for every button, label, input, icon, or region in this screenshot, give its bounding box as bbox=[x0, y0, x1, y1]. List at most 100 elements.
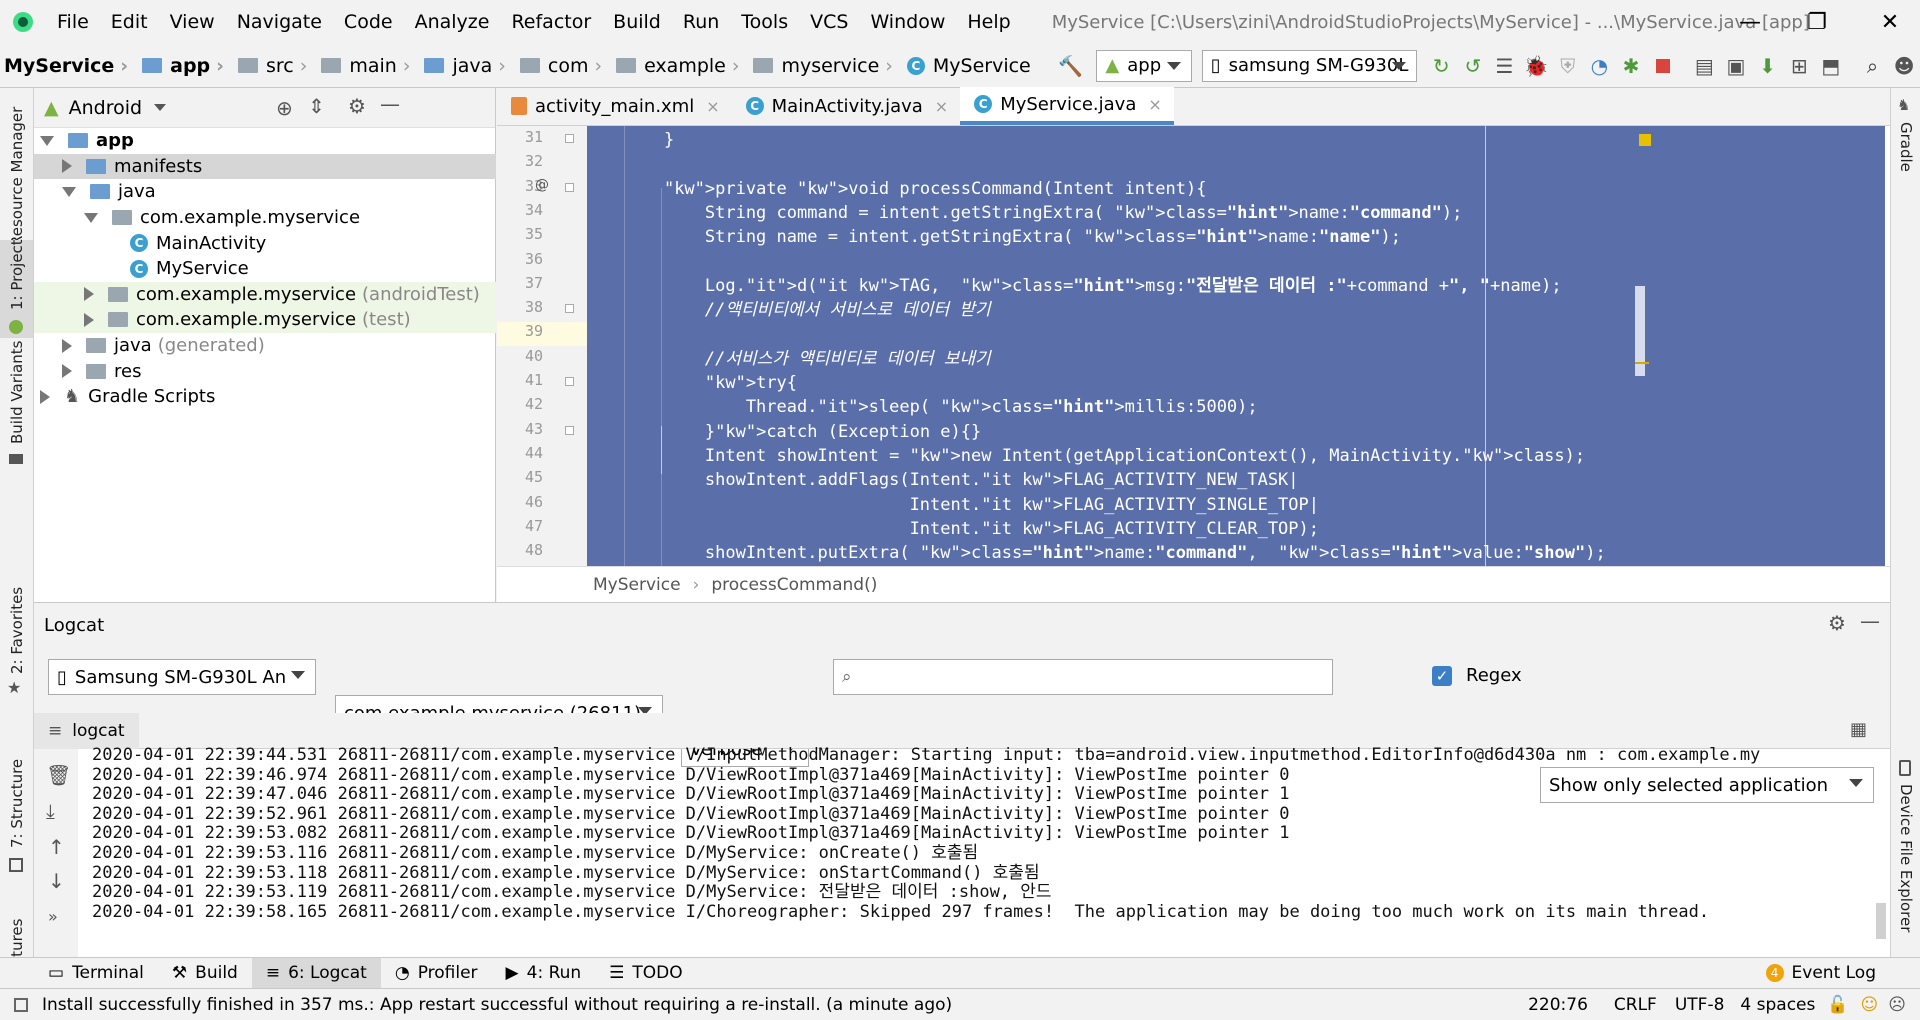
breadcrumb-app[interactable]: app › bbox=[134, 55, 230, 77]
breadcrumb-class[interactable]: MyService bbox=[593, 575, 681, 595]
restore-icon[interactable]: ❐ bbox=[1787, 0, 1847, 44]
breadcrumb-src[interactable]: src › bbox=[230, 55, 313, 77]
breadcrumb-myservice-package[interactable]: myservice › bbox=[745, 55, 898, 77]
layout-icon[interactable]: ▦ bbox=[1850, 719, 1867, 740]
code-view[interactable]: } "kw">private "kw">void processCommand(… bbox=[587, 126, 1887, 566]
override-marker-icon[interactable]: @ bbox=[535, 177, 549, 193]
apply-code-changes-icon[interactable]: ↺ bbox=[1457, 48, 1489, 84]
tool-terminal[interactable]: ▭ Terminal bbox=[34, 958, 158, 989]
search-everywhere-icon[interactable]: ⌕ bbox=[1857, 48, 1889, 84]
collapse-all-icon[interactable]: ⇕ bbox=[308, 94, 325, 118]
expand-right-icon[interactable] bbox=[84, 312, 94, 327]
coverage-icon[interactable]: ⛨ bbox=[1552, 48, 1584, 84]
menu-run[interactable]: Run bbox=[672, 0, 730, 44]
tree-item[interactable]: com.example.myservice bbox=[34, 205, 496, 231]
tree-item[interactable]: res bbox=[34, 358, 496, 384]
minimize-icon[interactable]: — bbox=[1720, 0, 1780, 44]
tab-logcat[interactable]: ≡ logcat bbox=[34, 713, 139, 749]
close-icon[interactable]: ✕ bbox=[1860, 0, 1920, 44]
fold-marker-icon[interactable] bbox=[565, 304, 574, 314]
tool-gradle[interactable]: Gradle bbox=[1897, 122, 1915, 172]
tree-item[interactable]: com.example.myservice (test) bbox=[34, 307, 496, 333]
breadcrumb-example[interactable]: example › bbox=[608, 55, 745, 77]
make-project-icon[interactable]: 🔨 bbox=[1055, 48, 1087, 84]
tree-item[interactable]: java bbox=[34, 179, 496, 205]
close-tab-icon[interactable]: × bbox=[706, 97, 719, 116]
tab-activity-main-xml[interactable]: activity_main.xml × bbox=[497, 87, 732, 125]
menu-help[interactable]: Help bbox=[956, 0, 1021, 44]
tab-myservice-java[interactable]: C MyService.java × bbox=[960, 87, 1174, 125]
tool-structure[interactable]: 7: Structure bbox=[8, 759, 26, 848]
scroll-to-end-icon[interactable]: ⤓ bbox=[46, 799, 55, 823]
menu-analyze[interactable]: Analyze bbox=[404, 0, 501, 44]
app-filter-select[interactable]: Show only selected application bbox=[1540, 767, 1874, 803]
user-icon[interactable]: ☻ bbox=[1888, 48, 1920, 84]
run-list-icon[interactable]: ☰ bbox=[1489, 48, 1521, 84]
expand-right-icon[interactable] bbox=[84, 287, 94, 302]
tree-item[interactable]: C MainActivity bbox=[34, 230, 496, 256]
breadcrumb-myservice-class[interactable]: C MyService bbox=[899, 55, 1037, 77]
fold-marker-icon[interactable] bbox=[565, 425, 574, 435]
log-scrollbar[interactable] bbox=[1876, 903, 1886, 939]
tab-mainactivity-java[interactable]: C MainActivity.java × bbox=[732, 87, 961, 125]
expand-down-icon[interactable] bbox=[40, 135, 54, 146]
tool-resource-manager[interactable]: Resource Manager bbox=[8, 107, 26, 246]
tree-item[interactable]: C MyService bbox=[34, 256, 496, 282]
tool-todo[interactable]: ☰ TODO bbox=[595, 958, 697, 989]
menu-edit[interactable]: Edit bbox=[100, 0, 159, 44]
expand-right-icon[interactable] bbox=[62, 338, 72, 353]
status-toggle-icon[interactable] bbox=[14, 997, 28, 1012]
gear-icon[interactable]: ⚙ bbox=[1828, 611, 1846, 635]
breadcrumb-java[interactable]: java › bbox=[416, 55, 511, 77]
expand-right-icon[interactable] bbox=[40, 389, 50, 404]
tree-item[interactable]: com.example.myservice (androidTest) bbox=[34, 281, 496, 308]
breadcrumb-com[interactable]: com › bbox=[512, 55, 608, 77]
line-separator[interactable]: CRLF bbox=[1614, 995, 1657, 1015]
gear-icon[interactable]: ⚙ bbox=[348, 94, 366, 118]
menu-navigate[interactable]: Navigate bbox=[226, 0, 333, 44]
up-arrow-icon[interactable]: ↑ bbox=[48, 835, 65, 859]
layout-inspector-icon[interactable]: ⊞ bbox=[1783, 48, 1815, 84]
tree-item[interactable]: manifests bbox=[34, 153, 496, 180]
clear-logcat-icon[interactable]: 🗑 bbox=[46, 763, 71, 787]
project-structure-icon[interactable]: ⬒ bbox=[1815, 48, 1847, 84]
run-config-select[interactable]: ▲ app bbox=[1096, 49, 1192, 82]
logcat-search-input[interactable]: ⌕ bbox=[833, 659, 1333, 695]
stop-icon[interactable] bbox=[1647, 48, 1679, 84]
tree-item[interactable]: ♞ Gradle Scripts bbox=[34, 384, 496, 410]
profile-icon[interactable]: ◔ bbox=[1584, 48, 1616, 84]
tool-profiler[interactable]: ◔ Profiler bbox=[381, 958, 492, 989]
tool-project[interactable]: 1: Project bbox=[8, 239, 26, 310]
sync-project-icon[interactable]: ▤ bbox=[1689, 48, 1721, 84]
file-encoding[interactable]: UTF-8 bbox=[1675, 995, 1725, 1015]
sdk-manager-icon[interactable]: ⬇ bbox=[1752, 48, 1784, 84]
inspection-indicator-icon[interactable] bbox=[1639, 134, 1651, 146]
hide-panel-icon[interactable]: — bbox=[1860, 609, 1880, 633]
menu-file[interactable]: File bbox=[46, 0, 100, 44]
chevron-down-icon[interactable] bbox=[154, 104, 167, 111]
menu-code[interactable]: Code bbox=[333, 0, 404, 44]
menu-vcs[interactable]: VCS bbox=[799, 0, 859, 44]
menu-view[interactable]: View bbox=[159, 0, 226, 44]
status-message[interactable]: Install successfully finished in 357 ms.… bbox=[42, 995, 952, 1015]
menu-window[interactable]: Window bbox=[859, 0, 956, 44]
menu-refactor[interactable]: Refactor bbox=[500, 0, 602, 44]
tool-favorites[interactable]: 2: Favorites bbox=[8, 587, 26, 674]
expand-down-icon[interactable] bbox=[62, 186, 76, 197]
tool-device-file-explorer[interactable]: Device File Explorer bbox=[1897, 784, 1915, 932]
tool-event-log[interactable]: 4 Event Log bbox=[1752, 958, 1890, 989]
lock-icon[interactable]: 🔓 bbox=[1827, 995, 1848, 1015]
debug-icon[interactable]: 🐞 bbox=[1520, 48, 1552, 84]
tool-logcat[interactable]: ≡ 6: Logcat bbox=[251, 957, 381, 989]
tool-run[interactable]: ▶ 4: Run bbox=[492, 958, 596, 989]
breadcrumb-main[interactable]: main › bbox=[313, 55, 416, 77]
fold-marker-icon[interactable] bbox=[565, 182, 574, 192]
close-tab-icon[interactable]: × bbox=[1148, 95, 1161, 114]
hide-panel-icon[interactable]: — bbox=[380, 92, 400, 116]
fold-marker-icon[interactable] bbox=[565, 377, 574, 386]
apply-changes-restart-icon[interactable]: ↻ bbox=[1425, 48, 1457, 84]
avd-manager-icon[interactable]: ▣ bbox=[1720, 48, 1752, 84]
breadcrumb-method[interactable]: processCommand() bbox=[711, 575, 877, 595]
close-tab-icon[interactable]: × bbox=[935, 97, 948, 116]
regex-checkbox[interactable]: ✓ Regex bbox=[1432, 665, 1522, 686]
